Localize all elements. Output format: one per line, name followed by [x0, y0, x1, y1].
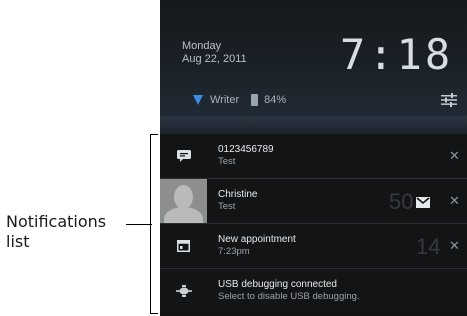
notification-item[interactable]: 0123456789 Test ✕	[160, 134, 467, 179]
notification-shade: Monday Aug 22, 2011 7:18 Writer 84% 0123…	[160, 0, 467, 316]
date-day: Monday	[182, 40, 222, 52]
shade-header: Monday Aug 22, 2011 7:18 Writer 84%	[160, 0, 467, 116]
wifi-icon	[193, 95, 203, 105]
dismiss-icon[interactable]: ✕	[449, 193, 460, 209]
clock: 7:18	[340, 30, 454, 79]
notification-title: New appointment	[218, 234, 296, 245]
gmail-icon	[416, 197, 430, 208]
notification-icon-box	[160, 134, 207, 178]
shade-divider	[160, 116, 467, 134]
notification-subtitle: Select to disable USB debugging.	[218, 291, 360, 302]
message-icon	[176, 150, 191, 162]
avatar-shoulders	[164, 207, 203, 223]
date-full: Aug 22, 2011	[182, 53, 247, 65]
settings-icon[interactable]	[441, 93, 457, 107]
battery-icon	[251, 94, 259, 106]
avatar-head	[174, 185, 193, 209]
notification-icon-box	[160, 224, 207, 268]
notification-title: 0123456789	[218, 144, 274, 155]
notification-icon-box	[160, 269, 207, 313]
notifications-list-callout: Notifications list	[6, 212, 106, 252]
status-row: Writer 84%	[192, 92, 286, 108]
dismiss-icon[interactable]: ✕	[449, 238, 460, 254]
notification-subtitle: 7:23pm	[218, 246, 250, 257]
usb-icon	[175, 285, 192, 297]
callout-bracket	[150, 134, 158, 314]
battery-level: 84%	[264, 94, 287, 106]
notification-subtitle: Test	[218, 156, 236, 167]
notification-title: Christine	[218, 189, 258, 200]
notifications-list: 0123456789 Test ✕ Christine Test 50 ✕ Ne…	[160, 134, 467, 314]
callout-label-line2: list	[6, 232, 30, 251]
callout-label-line1: Notifications	[6, 212, 107, 231]
notification-count: 50	[389, 189, 414, 214]
notification-item[interactable]: New appointment 7:23pm 14 ✕	[160, 224, 467, 269]
notification-count: 14	[416, 234, 441, 259]
callout-leader-line	[126, 224, 152, 225]
notification-item[interactable]: USB debugging connected Select to disabl…	[160, 269, 467, 314]
calendar-icon	[177, 240, 190, 252]
contact-avatar	[160, 179, 207, 223]
network-name: Writer	[210, 94, 240, 106]
notification-subtitle: Test	[218, 201, 236, 212]
dismiss-icon[interactable]: ✕	[449, 148, 460, 164]
notification-item[interactable]: Christine Test 50 ✕	[160, 179, 467, 224]
notification-title: USB debugging connected	[218, 279, 337, 290]
